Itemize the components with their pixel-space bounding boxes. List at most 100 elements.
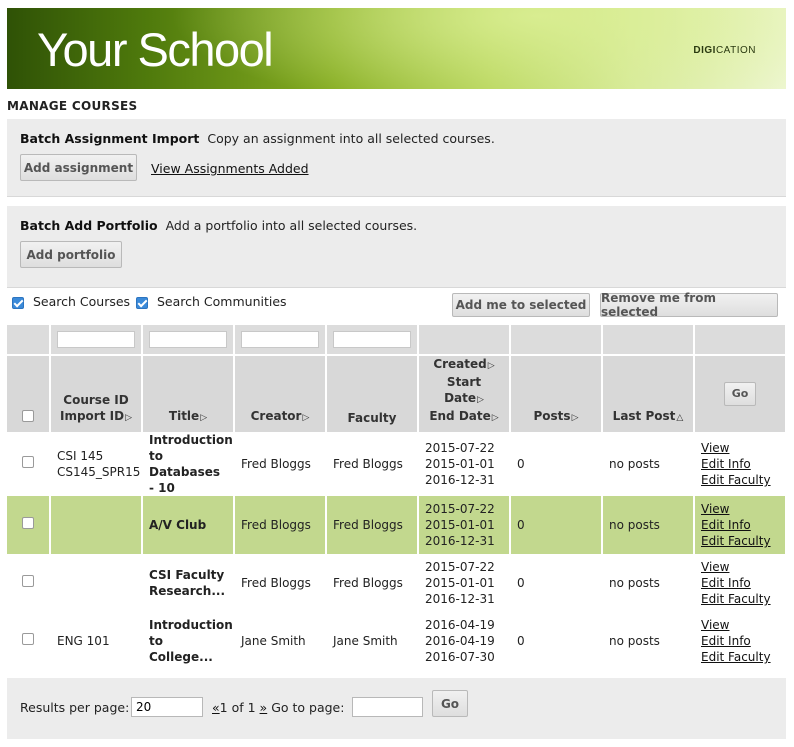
batch-assignment-panel: Batch Assignment Import Copy an assignmen… bbox=[7, 119, 786, 197]
row-select-cell bbox=[7, 432, 51, 496]
batch-assignment-description: Copy an assignment into all selected cou… bbox=[207, 131, 495, 146]
view-link[interactable]: View bbox=[701, 501, 779, 517]
filter-cell-faculty bbox=[326, 325, 419, 356]
remove-me-from-selected-button[interactable]: Remove me from selected bbox=[600, 291, 778, 319]
edit-faculty-link[interactable]: Edit Faculty bbox=[701, 649, 779, 665]
last-post-cell: no posts bbox=[602, 496, 695, 554]
faculty-filter-input[interactable] bbox=[333, 331, 411, 348]
sort-right-icon: ▷ bbox=[571, 413, 579, 423]
faculty-header-label: Faculty bbox=[347, 411, 397, 425]
course-id-header[interactable]: Course ID Import ID▷ bbox=[50, 355, 143, 432]
row-checkbox[interactable] bbox=[22, 575, 34, 587]
dates-cell: 2015-07-22 2015-01-01 2016-12-31 bbox=[418, 554, 511, 612]
course-id-cell bbox=[50, 554, 143, 612]
creator-filter-input[interactable] bbox=[241, 331, 319, 348]
faculty-cell: Fred Bloggs bbox=[326, 496, 419, 554]
last-post-cell: no posts bbox=[602, 612, 695, 670]
last-post-cell: no posts bbox=[602, 432, 695, 496]
edit-faculty-link[interactable]: Edit Faculty bbox=[701, 472, 779, 488]
row-checkbox[interactable] bbox=[22, 517, 34, 529]
filter-cell-posts bbox=[510, 325, 603, 356]
end-date: 2016-12-31 bbox=[425, 473, 495, 487]
row-checkbox[interactable] bbox=[22, 633, 34, 645]
dates-cell: 2015-07-22 2015-01-01 2016-12-31 bbox=[418, 432, 511, 496]
results-per-page-input[interactable] bbox=[131, 697, 203, 717]
brand-bold: DIGI bbox=[693, 45, 716, 56]
faculty-cell: Fred Bloggs bbox=[326, 432, 419, 496]
sort-right-icon: ▷ bbox=[477, 395, 484, 405]
batch-portfolio-panel: Batch Add Portfolio Add a portfolio into … bbox=[7, 206, 786, 288]
view-link[interactable]: View bbox=[701, 559, 779, 575]
view-link[interactable]: View bbox=[701, 617, 779, 633]
view-assignments-added-link[interactable]: View Assignments Added bbox=[151, 161, 309, 176]
go-to-page-input[interactable] bbox=[352, 697, 423, 717]
dates-cell: 2015-07-22 2015-01-01 2016-12-31 bbox=[418, 496, 511, 554]
course-id-cell bbox=[50, 496, 143, 554]
header-row: Course ID Import ID▷ Title▷ Creator▷ Facu… bbox=[7, 355, 787, 432]
posts-header[interactable]: Posts▷ bbox=[510, 355, 603, 432]
search-communities-checkbox[interactable] bbox=[136, 297, 148, 309]
table-go-button[interactable]: Go bbox=[724, 382, 756, 406]
edit-info-link[interactable]: Edit Info bbox=[701, 575, 779, 591]
edit-info-link[interactable]: Edit Info bbox=[701, 456, 779, 472]
table-row: ENG 101 Introduction to College... Jane … bbox=[7, 612, 787, 670]
pagination-panel: Results per page: «1 of 1 » Go to page: … bbox=[7, 678, 786, 739]
school-banner: Your School DIGICATION bbox=[7, 8, 786, 89]
add-portfolio-button[interactable]: Add portfolio bbox=[20, 241, 122, 268]
title-header-label: Title bbox=[168, 409, 200, 423]
faculty-cell: Jane Smith bbox=[326, 612, 419, 670]
faculty-cell: Fred Bloggs bbox=[326, 554, 419, 612]
end-date: 2016-12-31 bbox=[425, 534, 495, 548]
add-me-to-selected-button[interactable]: Add me to selected bbox=[452, 293, 590, 317]
sort-right-icon: ▷ bbox=[491, 413, 499, 423]
view-link[interactable]: View bbox=[701, 440, 779, 456]
table-row: CSI Faculty Research... Fred Bloggs Fred… bbox=[7, 554, 787, 612]
course-id-cell: CSI 145 CS145_SPR15 bbox=[50, 432, 143, 496]
edit-faculty-link[interactable]: Edit Faculty bbox=[701, 533, 779, 549]
previous-page-link[interactable]: « bbox=[212, 700, 220, 715]
title-filter-input[interactable] bbox=[149, 331, 227, 348]
start-date-header-label: Start Date bbox=[444, 375, 482, 405]
digication-brand: DIGICATION bbox=[693, 45, 756, 56]
creator-cell: Fred Bloggs bbox=[234, 432, 327, 496]
title-cell: Introduction to Databases - 10 bbox=[142, 432, 235, 496]
search-communities-label: Search Communities bbox=[157, 294, 287, 309]
row-checkbox[interactable] bbox=[22, 456, 34, 468]
actions-cell: View Edit Info Edit Faculty bbox=[694, 554, 787, 612]
title-header[interactable]: Title▷ bbox=[142, 355, 235, 432]
last-post-header[interactable]: Last Post△ bbox=[602, 355, 695, 432]
title-cell: Introduction to College... bbox=[142, 612, 235, 670]
import-id-header-label: Import ID bbox=[60, 409, 125, 423]
posts-cell: 0 bbox=[510, 612, 603, 670]
select-all-checkbox[interactable] bbox=[22, 410, 34, 422]
end-date: 2016-07-30 bbox=[425, 650, 495, 664]
created-date: 2016-04-19 bbox=[425, 618, 495, 632]
end-date-header-label: End Date bbox=[429, 409, 491, 423]
filter-cell-last-post bbox=[602, 325, 695, 356]
start-date: 2015-01-01 bbox=[425, 457, 495, 471]
go-to-page-button[interactable]: Go bbox=[432, 690, 468, 717]
filter-row bbox=[7, 325, 787, 356]
course-id-filter-input[interactable] bbox=[57, 331, 135, 348]
dates-header[interactable]: Created▷ Start Date▷ End Date▷ bbox=[418, 355, 511, 432]
course-id-header-label: Course ID bbox=[63, 393, 129, 407]
title-cell: CSI Faculty Research... bbox=[142, 554, 235, 612]
row-select-cell bbox=[7, 612, 51, 670]
filter-cell-creator bbox=[234, 325, 327, 356]
posts-cell: 0 bbox=[510, 432, 603, 496]
filter-cell-dates bbox=[418, 325, 511, 356]
filter-cell-title bbox=[142, 325, 235, 356]
creator-header[interactable]: Creator▷ bbox=[234, 355, 327, 432]
edit-faculty-link[interactable]: Edit Faculty bbox=[701, 591, 779, 607]
edit-info-link[interactable]: Edit Info bbox=[701, 633, 779, 649]
posts-cell: 0 bbox=[510, 554, 603, 612]
created-date: 2015-07-22 bbox=[425, 502, 495, 516]
school-logo: Your School bbox=[37, 23, 274, 76]
search-courses-checkbox[interactable] bbox=[12, 297, 24, 309]
go-to-page-label: Go to page: bbox=[271, 700, 345, 715]
next-page-link[interactable]: » bbox=[260, 700, 268, 715]
edit-info-link[interactable]: Edit Info bbox=[701, 517, 779, 533]
sort-up-icon: △ bbox=[676, 413, 684, 423]
add-assignment-button[interactable]: Add assignment bbox=[20, 154, 137, 181]
page-info: 1 of 1 bbox=[219, 700, 256, 715]
